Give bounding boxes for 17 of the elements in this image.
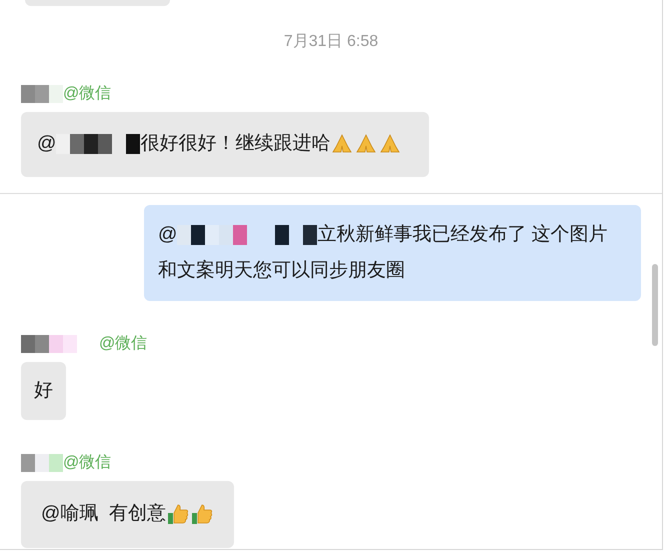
sender-name: @微信 [99, 334, 148, 354]
message-text: @ [37, 132, 56, 156]
sender-name: @微信 [63, 84, 112, 104]
redaction-mosaic [21, 454, 63, 472]
scrollbar-thumb[interactable] [652, 264, 658, 346]
message-text: 和文案明天您可以同步朋友圈 [158, 258, 405, 282]
thumbs-up-icon [166, 502, 190, 526]
thumbs-up-icon [190, 502, 214, 526]
redaction-mosaic [21, 334, 77, 352]
message-text: 立秋新鲜事我已经发布了 这个图片 [317, 222, 608, 246]
redaction-mosaic [21, 85, 63, 103]
message-text: 好 [34, 378, 53, 402]
message-text: @ [158, 222, 178, 246]
message-text: 很好很好！继续跟进哈 [140, 132, 330, 156]
sender-name: @微信 [63, 453, 112, 473]
message-text: @喻珮 有创意 [41, 502, 166, 526]
timestamp: 7月31日 6:58 [282, 32, 380, 52]
